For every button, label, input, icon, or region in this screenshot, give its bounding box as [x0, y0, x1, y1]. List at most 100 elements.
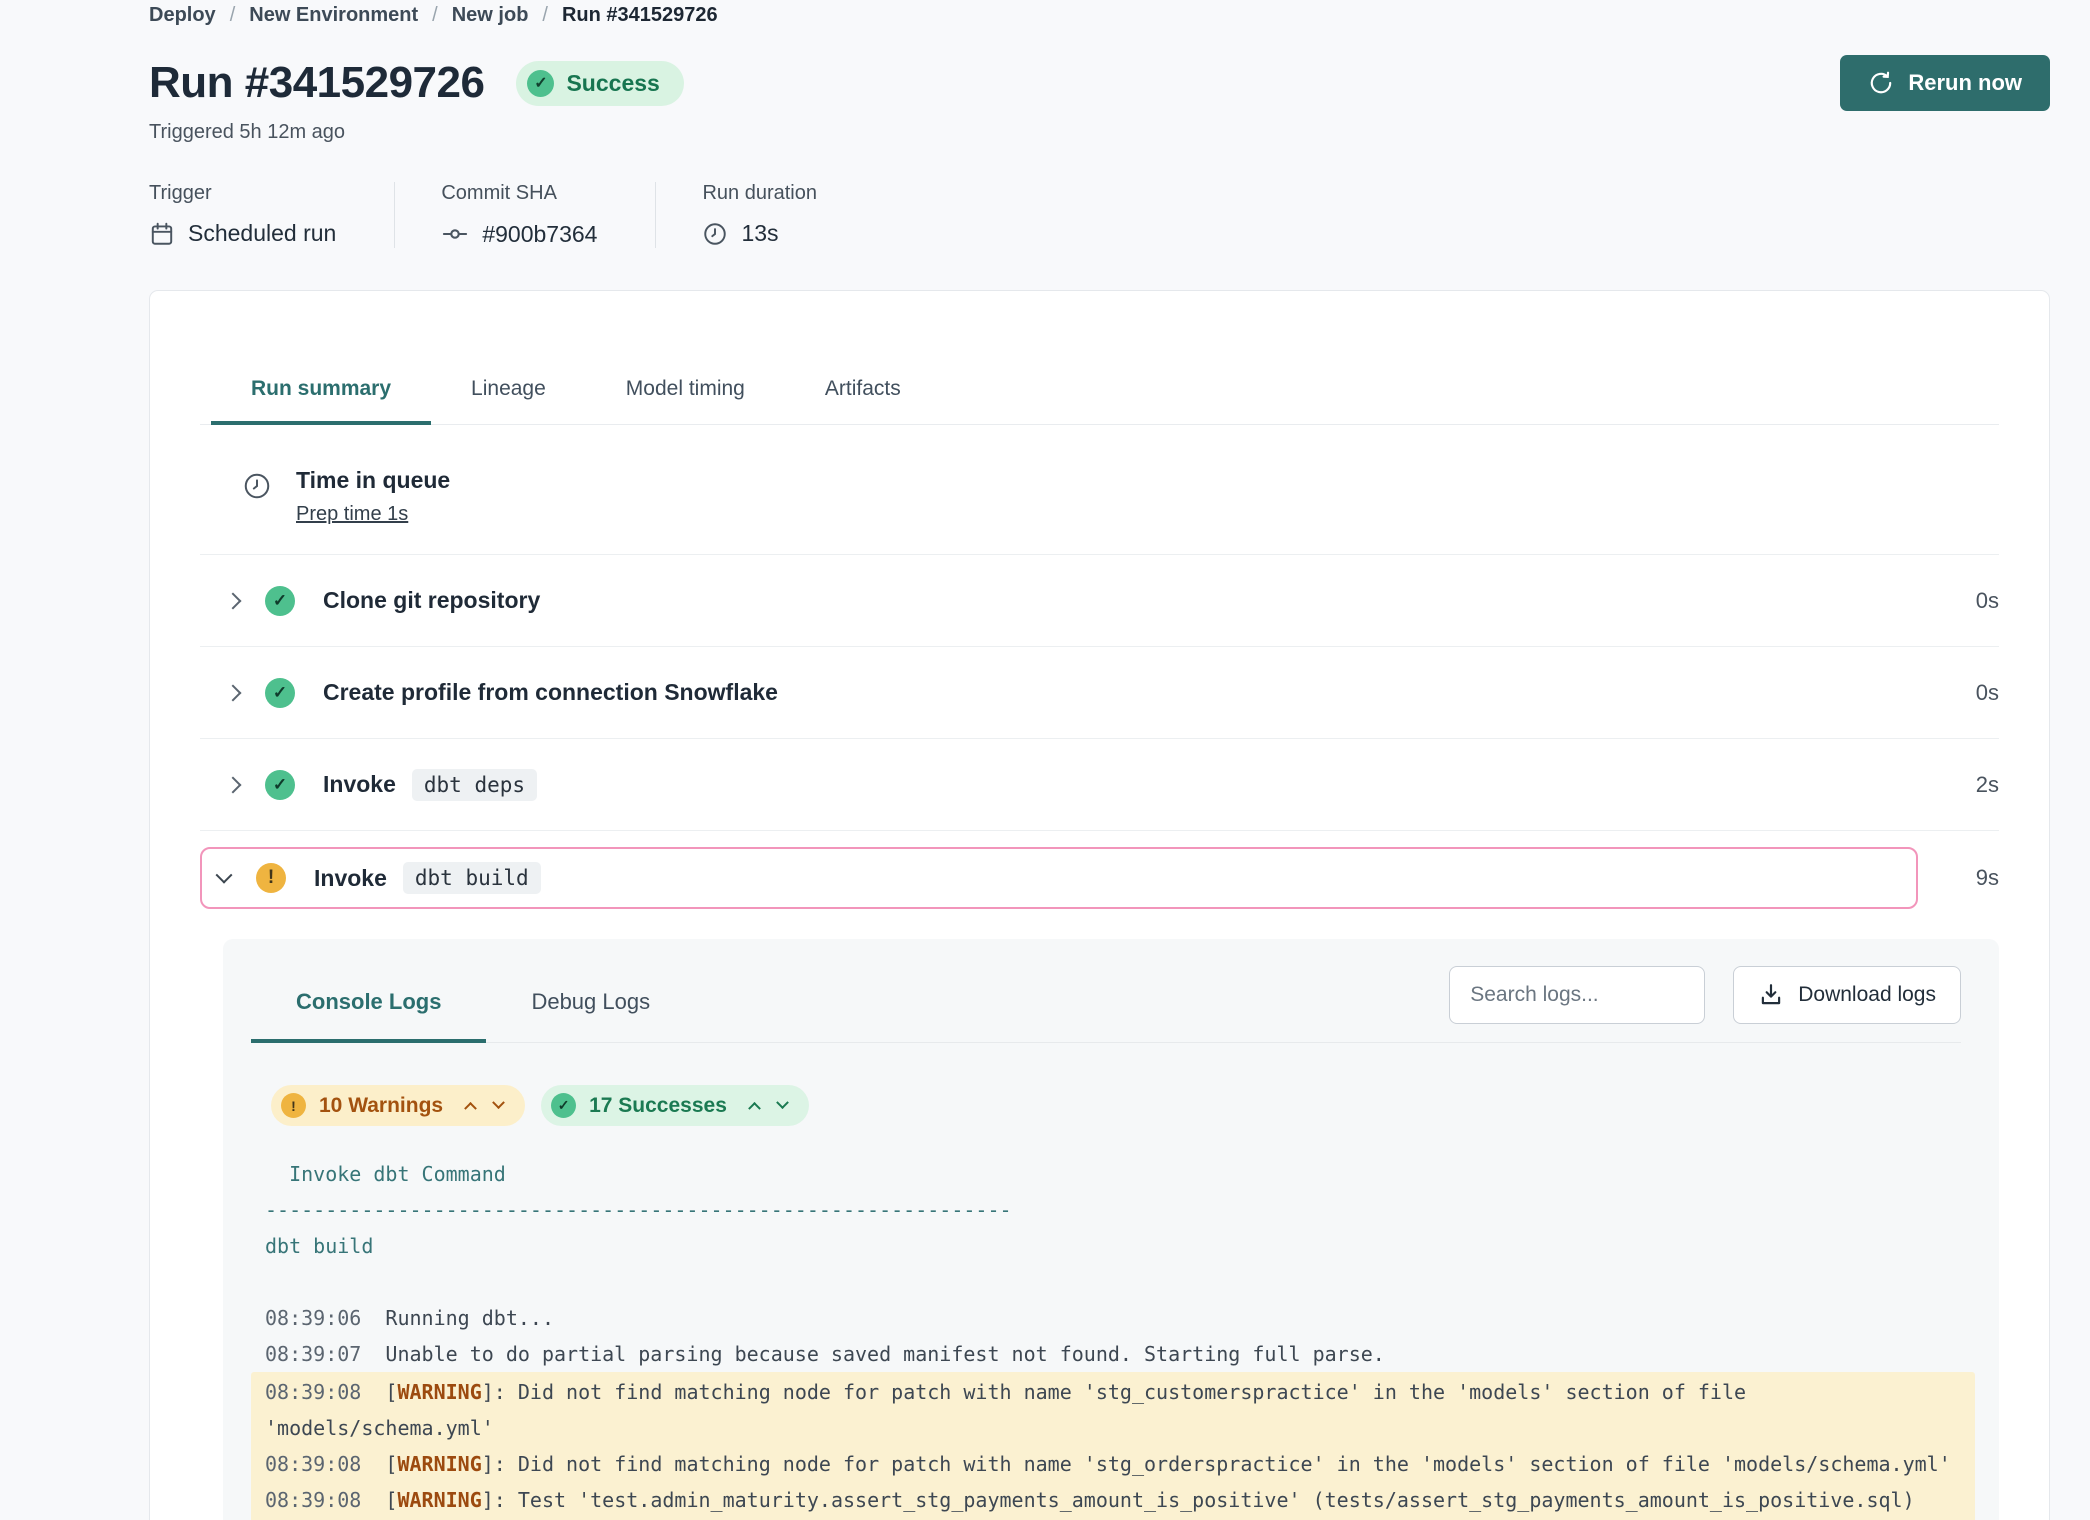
- clock-icon: [702, 221, 728, 247]
- run-detail-page: Deploy / New Environment / New job / Run…: [0, 0, 2090, 1520]
- check-circle-icon: ✓: [265, 586, 295, 616]
- log-line-warning: 08:39:08[WARNING]:Did not find matching …: [265, 1374, 1961, 1446]
- meta-commit-value: #900b7364: [482, 221, 597, 248]
- log-command: dbt build: [265, 1228, 1961, 1264]
- clock-icon: [242, 467, 272, 526]
- bracket: [: [385, 1380, 397, 1404]
- time-in-queue-section: Time in queue Prep time 1s: [200, 425, 1999, 555]
- bracket: [: [385, 1452, 397, 1476]
- check-circle-icon: ✓: [265, 770, 295, 800]
- log-timestamp: 08:39:08: [265, 1380, 361, 1404]
- rerun-now-label: Rerun now: [1908, 70, 2022, 96]
- breadcrumb-separator: /: [542, 4, 548, 27]
- warnings-badge[interactable]: ! 10 Warnings: [271, 1085, 525, 1126]
- warning-circle-icon: !: [281, 1093, 306, 1118]
- breadcrumb-separator: /: [432, 4, 438, 27]
- log-message: Running dbt...: [385, 1306, 554, 1330]
- breadcrumb: Deploy / New Environment / New job / Run…: [149, 4, 2050, 27]
- status-badge: ✓ Success: [516, 61, 683, 106]
- meta-trigger-label: Trigger: [149, 182, 336, 205]
- tab-run-summary[interactable]: Run summary: [211, 365, 431, 425]
- download-logs-label: Download logs: [1798, 983, 1936, 1007]
- warnings-badge-label: 10 Warnings: [319, 1094, 443, 1118]
- download-icon: [1758, 982, 1784, 1008]
- step-command-chip: dbt deps: [412, 769, 537, 801]
- meta-commit-label: Commit SHA: [441, 182, 597, 205]
- breadcrumb-separator: /: [230, 4, 236, 27]
- bracket: [: [385, 1488, 397, 1512]
- meta-duration-label: Run duration: [702, 182, 817, 205]
- download-logs-button[interactable]: Download logs: [1733, 966, 1961, 1024]
- breadcrumb-deploy[interactable]: Deploy: [149, 4, 216, 27]
- commit-icon: [441, 220, 469, 248]
- success-check-icon: ✓: [551, 1093, 576, 1118]
- log-message: Unable to do partial parsing because sav…: [385, 1342, 1384, 1366]
- meta-commit-sha: Commit SHA #900b7364: [394, 182, 655, 248]
- step-duration: 2s: [1951, 772, 1999, 798]
- tab-artifacts[interactable]: Artifacts: [785, 365, 941, 425]
- tab-console-logs[interactable]: Console Logs: [251, 965, 486, 1043]
- calendar-icon: [149, 221, 175, 247]
- status-badge-label: Success: [566, 70, 659, 97]
- bracket: ]:: [482, 1488, 506, 1512]
- log-divider: ----------------------------------------…: [265, 1192, 1961, 1228]
- log-line: 08:39:07 Unable to do partial parsing bec…: [265, 1336, 1961, 1372]
- step-command-chip: dbt build: [403, 862, 541, 894]
- step-label: Clone git repository: [323, 587, 540, 614]
- chevron-down-icon[interactable]: [216, 867, 233, 884]
- step-invoke-dbt-deps[interactable]: ✓ Invoke dbt deps 2s: [200, 739, 1999, 831]
- chevron-right-icon[interactable]: [225, 592, 242, 609]
- success-check-icon: ✓: [527, 70, 554, 97]
- step-duration: 9s: [1951, 865, 1999, 891]
- step-duration: 0s: [1951, 680, 1999, 706]
- step-create-profile[interactable]: ✓ Create profile from connection Snowfla…: [200, 647, 1999, 739]
- meta-duration-value: 13s: [741, 220, 778, 247]
- log-timestamp: 08:39:08: [265, 1488, 361, 1512]
- tab-lineage[interactable]: Lineage: [431, 365, 586, 425]
- step-duration: 0s: [1951, 588, 1999, 614]
- breadcrumb-current-run: Run #341529726: [562, 4, 718, 27]
- breadcrumb-new-job[interactable]: New job: [452, 4, 529, 27]
- run-tabs: Run summary Lineage Model timing Artifac…: [200, 365, 1999, 425]
- tab-debug-logs[interactable]: Debug Logs: [486, 965, 695, 1043]
- log-line-warning: 08:39:08[WARNING]:Did not find matching …: [265, 1446, 1961, 1482]
- tab-model-timing[interactable]: Model timing: [586, 365, 785, 425]
- step-invoke-dbt-build: ! Invoke dbt build 9s: [200, 847, 1999, 909]
- caret-down-icon[interactable]: [492, 1096, 505, 1109]
- rerun-now-button[interactable]: Rerun now: [1840, 55, 2050, 111]
- warning-tag: WARNING: [397, 1488, 481, 1512]
- log-timestamp: 08:39:07: [265, 1342, 361, 1366]
- meta-trigger-value: Scheduled run: [188, 220, 336, 247]
- caret-up-icon[interactable]: [748, 1102, 761, 1115]
- check-circle-icon: ✓: [265, 678, 295, 708]
- chevron-right-icon[interactable]: [225, 776, 242, 793]
- triggered-timestamp: Triggered 5h 12m ago: [149, 121, 2050, 144]
- warning-tag: WARNING: [397, 1380, 481, 1404]
- bracket: ]:: [482, 1452, 506, 1476]
- step-clone-git-repository[interactable]: ✓ Clone git repository 0s: [200, 555, 1999, 647]
- bracket: ]:: [482, 1380, 506, 1404]
- warning-circle-icon: !: [256, 863, 286, 893]
- log-line: 08:39:06Running dbt...: [265, 1300, 1961, 1336]
- chevron-right-icon[interactable]: [225, 684, 242, 701]
- logs-header: Console Logs Debug Logs Download logs: [251, 965, 1961, 1043]
- log-message: Test 'test.admin_maturity.assert_stg_pay…: [265, 1488, 1915, 1520]
- meta-run-duration: Run duration 13s: [655, 182, 875, 248]
- caret-down-icon[interactable]: [776, 1096, 789, 1109]
- log-line-warning: 08:39:08 [WARNING]:Test 'test.admin_matur…: [265, 1482, 1961, 1520]
- step-invoke-dbt-build-header[interactable]: ! Invoke dbt build: [200, 847, 1918, 909]
- console-log-output: Invoke dbt Command ---------------------…: [251, 1156, 1961, 1520]
- successes-badge[interactable]: ✓ 17 Successes: [541, 1085, 809, 1126]
- run-meta: Trigger Scheduled run Commit SHA: [149, 182, 2050, 248]
- log-command-header: Invoke dbt Command: [265, 1156, 1961, 1192]
- prep-time-link[interactable]: Prep time 1s: [296, 503, 408, 526]
- caret-up-icon[interactable]: [464, 1102, 477, 1115]
- search-logs-input[interactable]: [1449, 966, 1705, 1024]
- meta-trigger: Trigger Scheduled run: [149, 182, 394, 248]
- breadcrumb-new-environment[interactable]: New Environment: [249, 4, 418, 27]
- successes-badge-label: 17 Successes: [589, 1094, 727, 1118]
- log-timestamp: 08:39:08: [265, 1452, 361, 1476]
- step-label: Invoke: [314, 865, 387, 892]
- warning-tag: WARNING: [397, 1452, 481, 1476]
- logs-panel: Console Logs Debug Logs Download logs: [223, 939, 1999, 1520]
